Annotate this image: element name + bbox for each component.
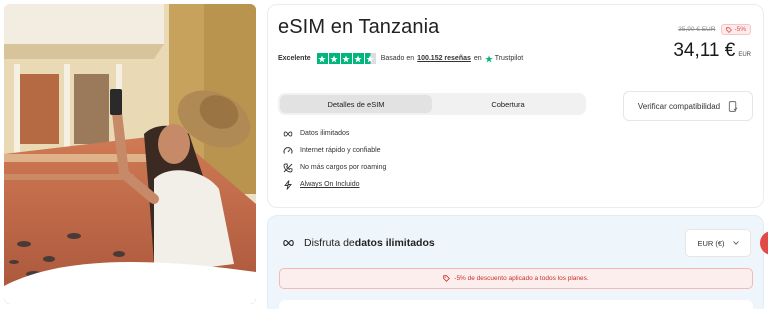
trustpilot-logo[interactable]: Trustpilot	[485, 54, 524, 63]
tab-coverage[interactable]: Cobertura	[432, 95, 584, 113]
star-half-icon	[364, 53, 376, 64]
rating-stars	[316, 53, 376, 64]
speedometer-icon	[282, 145, 293, 156]
currency-value: EUR (€)	[697, 238, 725, 248]
star-icon	[328, 53, 340, 64]
star-icon	[352, 53, 364, 64]
infinity-icon	[282, 236, 296, 250]
check-compatibility-button[interactable]: Verificar compatibilidad	[623, 91, 753, 121]
feature-item: No más cargos por roaming	[282, 159, 386, 176]
hero-image	[4, 4, 256, 304]
plans-heading: Disfruta de datos ilimitados	[282, 236, 435, 250]
page-title: eSIM en Tanzania	[278, 16, 440, 38]
discount-notice-text: -5% de descuento aplicado a todos los pl…	[454, 275, 589, 282]
chevron-down-icon	[732, 241, 739, 245]
plans-heading-pre: Disfruta de	[304, 237, 355, 249]
product-card: eSIM en Tanzania Excelente Basado en 100…	[267, 4, 764, 208]
discount-value: -5%	[734, 26, 746, 33]
detail-tabs: Detalles de eSIM Cobertura	[278, 93, 586, 115]
reviews-suffix: en	[473, 55, 482, 62]
rating-word: Excelente	[278, 55, 311, 62]
old-price: 35,90 € EUR	[678, 26, 716, 33]
trustpilot-label: Trustpilot	[494, 55, 524, 62]
feature-item: Internet rápido y confiable	[282, 142, 386, 159]
star-icon	[316, 53, 328, 64]
price-currency: EUR	[738, 52, 751, 58]
reviews-prefix: Basado en	[380, 55, 415, 62]
discount-notice: -5% de descuento aplicado a todos los pl…	[279, 268, 753, 289]
currency-select[interactable]: EUR (€)	[685, 229, 751, 257]
always-on-link[interactable]: Always On Incluido	[300, 181, 360, 188]
feature-label: Datos ilimitados	[300, 130, 350, 137]
discount-badge: -5%	[721, 24, 751, 35]
plans-panel: Disfruta de datos ilimitados EUR (€) -5%…	[267, 215, 764, 309]
star-icon	[340, 53, 352, 64]
trustpilot-star-icon	[485, 54, 493, 62]
old-price-row: 35,90 € EUR -5%	[678, 24, 751, 35]
trustpilot-rating: Excelente Basado en 100.152 reseñas en T…	[278, 53, 523, 64]
feature-label: Internet rápido y confiable	[300, 147, 381, 154]
feature-item: Datos ilimitados	[282, 125, 386, 142]
tag-icon	[443, 275, 451, 282]
lightning-icon	[282, 179, 293, 190]
no-roaming-icon	[282, 162, 293, 173]
price-amount: 34,11 €	[673, 40, 736, 61]
current-price: 34,11 € EUR	[673, 40, 751, 62]
plan-card[interactable]	[279, 300, 753, 309]
phone-check-icon	[729, 100, 738, 112]
check-compatibility-label: Verificar compatibilidad	[637, 101, 721, 111]
infinity-icon	[282, 128, 293, 139]
tab-esim-details[interactable]: Detalles de eSIM	[280, 95, 432, 113]
feature-list: Datos ilimitados Internet rápido y confi…	[282, 125, 386, 193]
reviews-link[interactable]: 100.152 reseñas	[417, 55, 471, 62]
tag-icon	[726, 26, 733, 33]
feature-item[interactable]: Always On Incluido	[282, 176, 386, 193]
plans-heading-bold: datos ilimitados	[354, 237, 435, 249]
feature-label: No más cargos por roaming	[300, 164, 387, 171]
